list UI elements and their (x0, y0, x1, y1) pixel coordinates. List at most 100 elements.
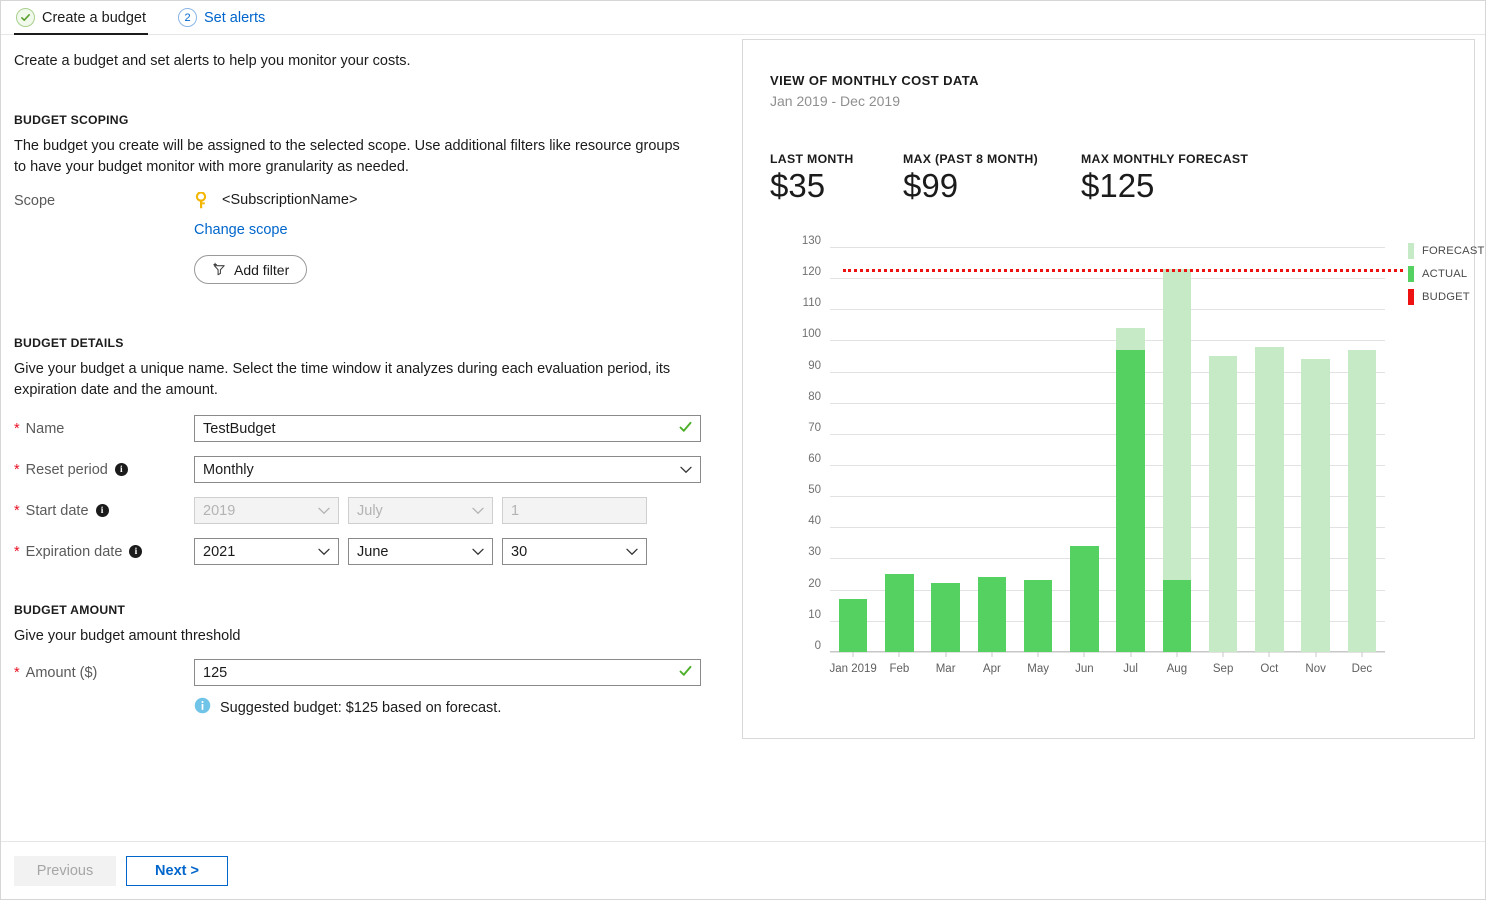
expiration-month-value: June (357, 543, 389, 560)
kpi-last-month-value: $35 (770, 167, 826, 204)
budget-details-description: Give your budget a unique name. Select t… (14, 361, 671, 399)
key-icon (194, 191, 208, 213)
required-asterisk: * (14, 664, 20, 681)
chart-bar-group[interactable] (1070, 247, 1099, 652)
start-date-group: 2019 July 1 (194, 497, 647, 525)
info-icon[interactable]: i (129, 545, 143, 559)
start-month-select: July (348, 497, 493, 525)
legend-item[interactable]: BUDGET (1408, 288, 1486, 305)
x-axis-tick-label: Nov (1305, 662, 1326, 675)
suggested-budget-text: Suggested budget: $125 based on forecast… (220, 699, 502, 716)
chart-bar-forecast (1208, 355, 1238, 652)
budget-amount-section: BUDGET AMOUNT Give your budget amount th… (14, 603, 731, 718)
budget-details-section: BUDGET DETAILS Give your budget a unique… (14, 336, 731, 566)
name-input[interactable]: TestBudget (194, 415, 701, 443)
content-area: Create a budget and set alerts to help y… (1, 35, 1485, 840)
tab-create-a-budget[interactable]: Create a budget (14, 1, 158, 35)
y-axis-tick-label: 10 (808, 608, 821, 621)
budget-amount-description: Give your budget amount threshold (14, 628, 241, 645)
legend-label: BUDGET (1422, 290, 1470, 303)
x-axis-tickmark (945, 651, 947, 657)
x-axis-tickmark (1315, 651, 1317, 657)
chart-gridline: 0 (815, 640, 1385, 653)
chart-bar-group[interactable] (1023, 247, 1053, 652)
x-axis-tick-label: Sep (1212, 662, 1234, 675)
expiration-day-select[interactable]: 30 (502, 538, 647, 566)
amount-input-value: 125 (203, 664, 228, 681)
expiration-date-group: 2021 June 30 (194, 538, 647, 566)
name-row: * Name TestBudget (14, 415, 731, 443)
create-budget-page: Create a budget 2 Set alerts Create a bu… (0, 0, 1486, 900)
required-asterisk: * (14, 420, 20, 437)
next-button[interactable]: Next > (126, 855, 228, 886)
legend-item[interactable]: FORECAST (1408, 242, 1486, 259)
scope-value: <SubscriptionName> (222, 192, 358, 209)
amount-input[interactable]: 125 (194, 659, 701, 687)
x-axis-tickmark (1083, 651, 1085, 657)
legend-swatch (1408, 242, 1414, 259)
expiration-year-select[interactable]: 2021 (194, 538, 339, 566)
chart-bar-group[interactable] (1208, 247, 1238, 652)
legend-item[interactable]: ACTUAL (1408, 265, 1486, 282)
required-asterisk: * (14, 461, 20, 478)
add-filter-label: Add filter (234, 261, 290, 278)
legend-label: ACTUAL (1422, 267, 1468, 280)
reset-period-select[interactable]: Monthly (194, 456, 701, 484)
filter-plus-icon (212, 261, 227, 279)
x-axis-tick-label: Jun (1075, 662, 1094, 675)
chart-bar-actual (838, 598, 868, 652)
info-icon[interactable]: i (114, 463, 128, 477)
chart-bar-group[interactable] (977, 247, 1007, 652)
start-year-value: 2019 (203, 502, 236, 519)
y-axis-tick-label: 130 (801, 234, 821, 247)
y-axis-tick-label: 90 (808, 359, 821, 372)
info-icon[interactable]: i (95, 504, 109, 518)
x-axis-tickmark (1268, 651, 1270, 657)
chart-bar-group[interactable] (885, 247, 914, 652)
previous-button[interactable]: Previous (14, 855, 116, 886)
chevron-down-icon (472, 544, 484, 560)
monthly-cost-chart: 0 10 20 30 40 50 60 70 80 90 100 110 120 130 Jan 2019 F… (770, 235, 1485, 699)
x-axis-tickmark (898, 651, 900, 657)
y-axis-tick-label: 20 (808, 577, 821, 590)
expiration-month-select[interactable]: June (348, 538, 493, 566)
x-axis-tick-label: Jul (1123, 662, 1138, 675)
tab-set-alerts[interactable]: 2 Set alerts (176, 1, 277, 34)
y-axis-tick-label: 70 (808, 421, 821, 434)
y-axis-tick-label: 50 (808, 484, 821, 497)
kpi-max-monthly-forecast-label: MAX MONTHLY FORECAST (1081, 152, 1249, 166)
y-axis-tick-label: 110 (802, 297, 821, 310)
chart-bar-group[interactable] (931, 247, 960, 652)
chart-bar-group[interactable] (1301, 247, 1330, 652)
chart-bar-actual (1116, 349, 1145, 652)
add-filter-button[interactable]: Add filter (194, 255, 308, 285)
chart-bar-group[interactable] (1116, 247, 1145, 652)
y-axis-tick-label: 0 (814, 639, 821, 652)
change-scope-link[interactable]: Change scope (194, 222, 288, 238)
budget-scoping-heading: BUDGET SCOPING (14, 113, 129, 127)
y-axis-tick-label: 80 (808, 390, 821, 403)
legend-swatch (1408, 288, 1414, 305)
start-day-select: 1 (502, 497, 647, 525)
x-axis-tick-label: Dec (1351, 662, 1373, 675)
chart-bar-group[interactable] (1255, 247, 1284, 652)
y-axis-tick-label: 30 (808, 546, 821, 559)
budget-scoping-description: The budget you create will be assigned t… (14, 138, 680, 176)
expiration-date-row: * Expiration date i 2021 June 30 (14, 538, 731, 566)
kpi-last-month: LAST MONTH $35 (770, 152, 903, 206)
start-month-value: July (357, 502, 383, 519)
x-axis-tick-label: Oct (1260, 662, 1279, 675)
chevron-down-icon (318, 503, 330, 519)
step-number-badge: 2 (178, 8, 197, 27)
x-axis-tick-label: Jan 2019 (829, 662, 877, 675)
chart-bar-actual (1162, 580, 1192, 652)
scope-label: Scope (14, 193, 56, 210)
chart-bar-group[interactable] (1347, 247, 1377, 652)
chart-bar-group[interactable] (1162, 247, 1192, 652)
y-axis-tick-label: 40 (808, 515, 821, 528)
chevron-down-icon (472, 503, 484, 519)
valid-check-icon (679, 420, 692, 437)
chart-bar-actual (885, 574, 914, 652)
amount-label-text: Amount ($) (25, 664, 98, 681)
chart-bar-group[interactable] (838, 247, 868, 652)
